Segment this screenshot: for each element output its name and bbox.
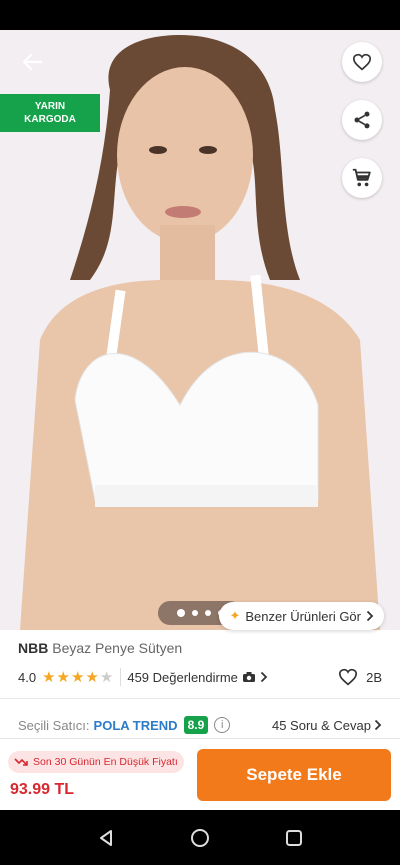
sparkle-icon: ✦ [229,608,241,623]
star-filled-icon: ★ [70,669,85,686]
divider [120,668,122,686]
info-icon[interactable]: i [214,717,231,733]
reviews-link[interactable]: 459 Değerlendirme [127,670,268,685]
lowest-price-badge: Son 30 Günün En Düşük Fiyatı [8,751,184,773]
delivery-badge: YARIN KARGODA [0,94,100,132]
reviews-count: 459 Değerlendirme [127,669,238,685]
chevron-right-icon [374,719,382,731]
add-to-cart-button[interactable]: Sepete Ekle [197,749,391,801]
nav-home-icon[interactable] [190,828,210,848]
arrow-left-icon [22,53,42,71]
rating-stars: ★ ★ ★ ★ ★ [42,668,114,686]
heart-icon [339,668,358,686]
camera-icon [242,672,255,682]
seller-label: Seçili Satıcı: [18,717,90,733]
favorite-button[interactable] [342,42,382,82]
pager-dot[interactable] [204,610,211,616]
status-bar [0,0,400,30]
product-name: Beyaz Penye Sütyen [52,640,183,656]
star-empty-icon: ★ [99,669,114,686]
delivery-badge-line1: YARIN [34,101,66,112]
star-filled-icon: ★ [42,669,56,686]
similar-products-button[interactable]: ✦ Benzer Ürünleri Gör [219,602,384,630]
price: 93.99 TL [10,781,75,798]
back-button[interactable] [14,48,50,76]
seller-score-badge: 8.9 [183,716,209,734]
system-nav-bar [0,810,400,865]
nav-recents-icon[interactable] [285,829,303,847]
favorite-count: 2B [366,669,382,685]
chevron-right-icon [366,610,374,622]
purchase-bar: Son 30 Günün En Düşük Fiyatı 93.99 TL Se… [0,738,400,810]
pager-dot[interactable] [191,610,198,616]
share-button[interactable] [342,100,382,140]
cart-icon [352,168,371,187]
trend-down-icon [14,758,28,766]
favorites[interactable]: 2B [338,668,382,686]
star-filled-icon: ★ [56,669,70,686]
product-title: NBB Beyaz Penye Sütyen [18,640,182,656]
similar-products-label: Benzer Ürünleri Gör [245,608,361,624]
product-brand[interactable]: NBB [18,640,48,656]
heart-icon [352,53,372,71]
divider [0,698,400,699]
seller-row: Seçili Satıcı: POLA TREND 8.9 i 45 Soru … [18,713,382,737]
cart-button[interactable] [342,158,382,198]
delivery-badge-line2: KARGODA [24,114,76,125]
questions-label: 45 Soru & Cevap [271,717,371,733]
rating-row: 4.0 ★ ★ ★ ★ ★ 459 Değerlendirme 2B [18,666,382,688]
chevron-right-icon [260,671,268,683]
lowest-price-label: Son 30 Günün En Düşük Fiyatı [33,756,178,768]
share-icon [354,111,370,129]
pager-dot[interactable] [176,609,185,617]
nav-back-icon[interactable] [97,829,115,847]
seller-name[interactable]: POLA TREND [94,718,178,733]
questions-link[interactable]: 45 Soru & Cevap [272,718,382,733]
star-filled-icon: ★ [85,669,99,686]
rating-value: 4.0 [18,669,37,685]
